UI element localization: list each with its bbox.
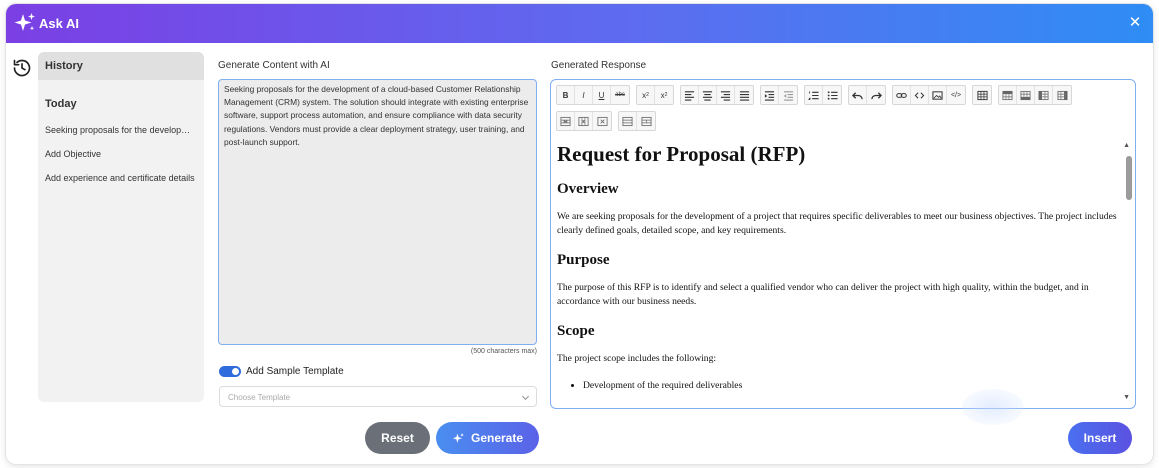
sparkle-icon (14, 13, 35, 31)
chevron-down-icon (521, 395, 530, 401)
history-section-today: Today (45, 98, 77, 110)
insert-row-below-icon[interactable] (1017, 86, 1035, 104)
scope-list: Development of the required deliverables (583, 380, 1117, 391)
max-characters-hint: (500 characters max) (470, 348, 537, 355)
insert-button[interactable]: Insert (1068, 422, 1132, 454)
history-icon[interactable] (12, 58, 32, 78)
sample-template-label: Add Sample Template (246, 366, 344, 377)
rich-text-editor[interactable]: B I U abc x2 x2 </> Request for Proposal… (550, 79, 1136, 409)
history-item[interactable]: Add Objective (45, 149, 197, 159)
toolbar-group-history (848, 85, 886, 105)
superscript-icon[interactable]: x2 (655, 86, 673, 104)
insert-column-right-icon[interactable] (1053, 86, 1071, 104)
history-item[interactable]: Add experience and certificate details (45, 173, 197, 183)
underline-icon[interactable]: U (593, 86, 611, 104)
generated-response-label: Generated Response (551, 60, 647, 71)
reset-button[interactable]: Reset (365, 422, 430, 454)
align-right-icon[interactable] (717, 86, 735, 104)
align-left-icon[interactable] (681, 86, 699, 104)
split-cells-icon[interactable] (637, 112, 655, 130)
dialog-header: Ask AI ✕ (6, 4, 1153, 43)
toolbar-group-indent (760, 85, 798, 105)
history-tab[interactable]: History (38, 52, 204, 80)
toolbar-row-2 (556, 111, 662, 131)
merge-cells-icon[interactable] (619, 112, 637, 130)
delete-row-icon[interactable] (557, 112, 575, 130)
toolbar-group-table (972, 85, 992, 105)
unlink-icon[interactable] (911, 86, 929, 104)
generate-button[interactable]: Generate (436, 422, 539, 454)
toolbar-group-text-style: B I U abc (556, 85, 630, 105)
template-select-placeholder: Choose Template (228, 393, 291, 402)
align-center-icon[interactable] (699, 86, 717, 104)
purpose-text: The purpose of this RFP is to identify a… (557, 282, 1089, 307)
toolbar-group-table-delete (556, 111, 612, 131)
table-icon[interactable] (973, 86, 991, 104)
subscript-icon[interactable]: x2 (637, 86, 655, 104)
prompt-textarea[interactable]: Seeking proposals for the development of… (218, 79, 537, 345)
generate-content-label: Generate Content with AI (218, 60, 330, 71)
toolbar-group-table-cells (618, 111, 656, 131)
scope-text: The project scope includes the following… (557, 353, 717, 364)
undo-icon[interactable] (849, 86, 867, 104)
align-justify-icon[interactable] (735, 86, 753, 104)
link-icon[interactable] (893, 86, 911, 104)
redo-icon[interactable] (867, 86, 885, 104)
scope-heading: Scope (557, 323, 595, 339)
bold-icon[interactable]: B (557, 86, 575, 104)
outdent-icon[interactable] (779, 86, 797, 104)
purpose-heading: Purpose (557, 252, 610, 268)
history-sidebar: History Today Seeking proposals for the … (38, 52, 204, 402)
document-title: Request for Proposal (RFP) (557, 142, 806, 166)
indent-icon[interactable] (761, 86, 779, 104)
image-icon[interactable] (929, 86, 947, 104)
scrollbar-thumb[interactable] (1126, 156, 1132, 200)
list-item: Development of the required deliverables (583, 380, 1117, 391)
ordered-list-icon[interactable] (805, 86, 823, 104)
ask-ai-dialog: Ask AI ✕ History Today Seeking proposals… (6, 4, 1153, 464)
toolbar-group-insert: </> (892, 85, 966, 105)
generate-button-label: Generate (470, 431, 524, 445)
dialog-title: Ask AI (39, 16, 79, 31)
sample-template-toggle[interactable] (219, 366, 241, 377)
toggle-knob (232, 368, 239, 375)
overview-heading: Overview (557, 181, 619, 197)
toolbar-group-table-rows-cols (998, 85, 1072, 105)
scroll-down-arrow-icon[interactable]: ▼ (1123, 394, 1130, 401)
sparkle-icon (452, 432, 464, 443)
generated-document[interactable]: Request for Proposal (RFP) Overview We a… (557, 142, 1117, 391)
overview-text: We are seeking proposals for the develop… (557, 211, 1117, 236)
delete-column-icon[interactable] (575, 112, 593, 130)
delete-table-icon[interactable] (593, 112, 611, 130)
history-item[interactable]: Seeking proposals for the development of… (45, 125, 197, 135)
toolbar-group-align (680, 85, 754, 105)
italic-icon[interactable]: I (575, 86, 593, 104)
decorative-bubble (962, 389, 1024, 425)
insert-row-above-icon[interactable] (999, 86, 1017, 104)
close-icon[interactable]: ✕ (1127, 15, 1143, 31)
toolbar-group-list (804, 85, 842, 105)
toolbar-group-script: x2 x2 (636, 85, 674, 105)
template-select[interactable]: Choose Template (219, 386, 537, 407)
source-code-icon[interactable]: </> (947, 86, 965, 104)
scroll-up-arrow-icon[interactable]: ▲ (1123, 142, 1130, 149)
unordered-list-icon[interactable] (823, 86, 841, 104)
strikethrough-icon[interactable]: abc (611, 86, 629, 104)
toolbar-row-1: B I U abc x2 x2 </> (556, 85, 1078, 105)
insert-column-left-icon[interactable] (1035, 86, 1053, 104)
